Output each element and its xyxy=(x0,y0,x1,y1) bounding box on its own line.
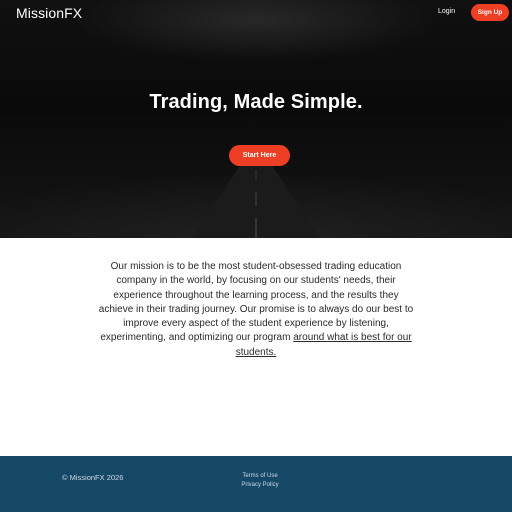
footer: © MissionFX 2026 Terms of Use Privacy Po… xyxy=(0,456,512,512)
hero-title: Trading, Made Simple. xyxy=(149,91,363,113)
road-background-image xyxy=(192,150,320,238)
privacy-policy-link[interactable]: Privacy Policy xyxy=(228,481,292,490)
page: MissionFX Login Sign Up Trading, Made Si… xyxy=(0,0,512,512)
start-here-button[interactable]: Start Here xyxy=(229,145,290,166)
copyright-text: © MissionFX 2026 xyxy=(62,473,124,482)
hero-section: MissionFX Login Sign Up Trading, Made Si… xyxy=(0,0,512,238)
brand-logo[interactable]: MissionFX xyxy=(16,5,82,21)
signup-button[interactable]: Sign Up xyxy=(471,4,509,21)
mission-statement: Our mission is to be the most student-ob… xyxy=(95,260,417,360)
footer-links: Terms of Use Privacy Policy xyxy=(228,472,292,490)
login-link[interactable]: Login xyxy=(438,8,455,15)
terms-of-use-link[interactable]: Terms of Use xyxy=(228,472,292,481)
